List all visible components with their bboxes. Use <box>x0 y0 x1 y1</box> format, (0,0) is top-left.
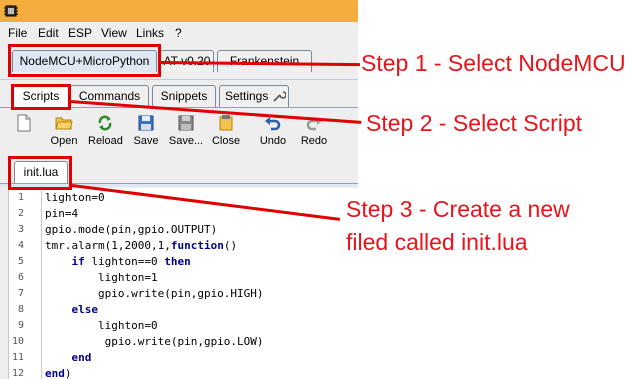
code-line: lighton=1 <box>45 271 158 284</box>
open-button[interactable]: Open <box>48 110 80 150</box>
new-button[interactable] <box>10 110 38 150</box>
new-file-icon <box>17 114 31 132</box>
menu-help[interactable]: ? <box>175 26 182 40</box>
line-number: 8 <box>17 304 24 315</box>
line-number: 2 <box>17 208 24 219</box>
save-to-esp-icon <box>178 115 194 131</box>
line-number: 4 <box>17 240 24 251</box>
close-button[interactable]: Close <box>211 110 241 150</box>
close-label: Close <box>211 135 241 147</box>
file-tab-init-lua[interactable]: init.lua <box>14 161 68 183</box>
menu-view[interactable]: View <box>101 26 127 40</box>
code-line: else <box>71 303 99 316</box>
code-line: pin=4 <box>45 207 79 220</box>
save-label: Save <box>133 135 159 147</box>
close-file-icon <box>219 115 233 131</box>
tab-settings-label: Settings <box>225 89 269 103</box>
code-line: lighton=0 <box>45 191 105 204</box>
tab-nodemcu-micropython[interactable]: NodeMCU+MicroPython <box>12 50 157 72</box>
app-window: File Edit ESP View Links ? NodeMCU+Micro… <box>0 0 358 379</box>
step1-annotation: Step 1 - Select NodeMCU <box>361 50 626 76</box>
step2-annotation: Step 2 - Select Script <box>366 110 583 136</box>
code-line: end) <box>45 367 72 379</box>
code-line: gpio.write(pin,gpio.LOW) <box>45 335 264 348</box>
menu-bar: File Edit ESP View Links ? <box>0 22 358 44</box>
title-bar <box>0 0 358 22</box>
code-line: end <box>71 351 92 364</box>
line-number-gutter: 1 2 3 4 5 6 7 8 9 10 11 12 <box>9 188 42 379</box>
line-number: 11 <box>11 352 24 363</box>
save-to-esp-button[interactable]: Save... <box>168 110 204 150</box>
tab-snippets[interactable]: Snippets <box>152 85 216 107</box>
line-number: 9 <box>17 320 24 331</box>
code-line: if lighton==0 then <box>71 255 191 268</box>
section-tabs: Scripts Commands Snippets Settings <box>0 83 358 107</box>
save-button[interactable]: Save <box>131 110 161 150</box>
line-number: 5 <box>17 256 24 267</box>
line-number: 6 <box>17 272 24 283</box>
folder-open-icon <box>55 117 73 130</box>
line-number: 12 <box>11 368 24 379</box>
line-number: 1 <box>17 192 24 203</box>
reload-button[interactable]: Reload <box>88 110 123 150</box>
open-label: Open <box>50 135 78 147</box>
code-line: gpio.mode(pin,gpio.OUTPUT) <box>45 223 218 236</box>
reload-label: Reload <box>88 135 123 147</box>
save-to-esp-label: Save... <box>168 135 204 147</box>
menu-esp[interactable]: ESP <box>68 26 92 40</box>
code-line: lighton=0 <box>45 319 158 332</box>
wrench-icon <box>273 91 286 102</box>
line-number: 7 <box>17 288 24 299</box>
file-tab-divider <box>0 183 358 187</box>
code-editor[interactable]: 1 2 3 4 5 6 7 8 9 10 11 12 lighton=0 pin… <box>8 188 358 379</box>
line-number: 10 <box>11 336 24 347</box>
line-number: 3 <box>17 224 24 235</box>
undo-label: Undo <box>259 135 287 147</box>
redo-label: Redo <box>300 135 328 147</box>
menu-file[interactable]: File <box>8 26 27 40</box>
code-line: gpio.write(pin,gpio.HIGH) <box>45 287 264 300</box>
app-icon <box>4 5 18 17</box>
menu-links[interactable]: Links <box>136 26 164 40</box>
tab-scripts[interactable]: Scripts <box>13 85 69 107</box>
menu-edit[interactable]: Edit <box>38 26 59 40</box>
tab-settings[interactable]: Settings <box>219 85 289 107</box>
code-line: tmr.alarm(1,2000,1,function() <box>45 239 238 252</box>
floppy-disk-icon <box>138 115 154 131</box>
step3-annotation-line2: filed called init.lua <box>346 229 528 255</box>
reload-icon <box>98 115 112 131</box>
step3-annotation-line1: Step 3 - Create a new <box>346 196 570 222</box>
